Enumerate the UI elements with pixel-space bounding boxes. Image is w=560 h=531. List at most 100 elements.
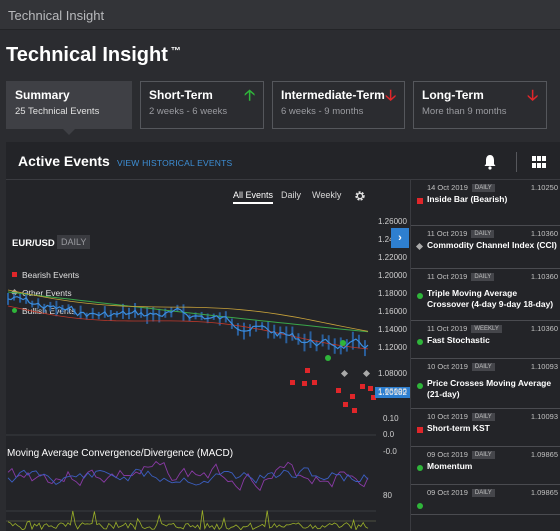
- event-badge: DAILY: [471, 230, 495, 238]
- tab-subtitle: 25 Technical Events: [15, 106, 100, 117]
- event-price: 1.10093: [530, 362, 558, 371]
- other-event-marker: [362, 369, 371, 378]
- bullish-event-icon: [417, 293, 423, 299]
- tab-summary[interactable]: Summary 25 Technical Events: [6, 81, 132, 135]
- tab-title: Short-Term: [149, 88, 213, 102]
- y-tick: 1.20000: [378, 271, 407, 280]
- y-tick: 1.16000: [378, 307, 407, 316]
- event-markers: [290, 340, 376, 413]
- oscillator-tick: 80: [383, 491, 392, 500]
- oscillator-line: [7, 510, 369, 530]
- event-badge: DAILY: [471, 451, 495, 459]
- y-tick: 1.26000: [378, 217, 407, 226]
- event-badge: DAILY: [471, 413, 495, 421]
- event-date: 09 Oct 2019 DAILY: [427, 488, 495, 497]
- bullish-event-icon: [417, 383, 423, 389]
- y-tick: 1.14000: [378, 325, 407, 334]
- event-date: 11 Oct 2019 DAILY: [427, 229, 495, 238]
- event-price: 1.09865: [530, 450, 558, 459]
- tab-title: Long-Term: [422, 88, 484, 102]
- candles: [7, 291, 366, 357]
- other-event-marker: [340, 369, 349, 378]
- tab-long-term[interactable]: Long-Term More than 9 months 🡣: [413, 81, 547, 129]
- event-row[interactable]: 09 Oct 2019 DAILY 1.09865: [411, 485, 560, 515]
- event-date: 14 Oct 2019 DAILY: [427, 183, 495, 192]
- active-events-panel: Active Events VIEW HISTORICAL EVENTS All…: [6, 142, 560, 531]
- event-title: Commodity Channel Index (CCI): [427, 240, 557, 250]
- macd-tick: 0.10: [383, 414, 399, 423]
- next-arrow-button[interactable]: ›: [391, 228, 409, 248]
- tab-subtitle: More than 9 months: [422, 106, 507, 117]
- bearish-event-marker: [305, 368, 310, 373]
- event-price: 1.09865: [530, 488, 558, 497]
- tab-intermediate-term[interactable]: Intermediate-Term 6 weeks - 9 months 🡣: [272, 81, 405, 129]
- event-row[interactable]: 11 Oct 2019 DAILY 1.10360 Triple Moving Ave…: [411, 269, 560, 321]
- event-date: 11 Oct 2019 DAILY: [427, 272, 495, 281]
- page-title: Technical Insight ™: [6, 44, 181, 67]
- bearish-event-icon: [417, 427, 423, 433]
- bullish-event-marker: [340, 340, 346, 346]
- tab-subtitle: 6 weeks - 9 months: [281, 106, 364, 117]
- event-price: 1.10360: [530, 324, 558, 333]
- other-event-icon: [415, 242, 424, 251]
- event-date: 11 Oct 2019 WEEKLY: [427, 324, 502, 333]
- event-row[interactable]: 09 Oct 2019 DAILY 1.09865 Momentum: [411, 447, 560, 485]
- macd-label: Moving Average Convergence/Divergence (M…: [7, 448, 234, 459]
- event-title: Momentum: [427, 461, 473, 471]
- window-titlebar: Technical Insight: [0, 0, 560, 30]
- event-price: 1.10093: [530, 412, 558, 421]
- tab-short-term[interactable]: Short-Term 2 weeks - 6 weeks 🡡: [140, 81, 264, 129]
- arrow-down-icon: 🡣: [527, 87, 538, 104]
- event-date: 10 Oct 2019 DAILY: [427, 362, 495, 371]
- event-date: 09 Oct 2019 DAILY: [427, 450, 495, 459]
- event-badge: DAILY: [471, 273, 495, 281]
- arrow-up-icon: 🡡: [244, 87, 255, 104]
- arrow-down-icon: 🡣: [385, 87, 396, 104]
- event-price: 1.10360: [530, 229, 558, 238]
- event-title: Short-term KST: [427, 423, 490, 433]
- event-row[interactable]: 11 Oct 2019 WEEKLY 1.10360 Fast Stochastic: [411, 321, 560, 359]
- window-title: Technical Insight: [8, 8, 105, 23]
- event-row[interactable]: 10 Oct 2019 DAILY 1.10093 Short-term KST: [411, 409, 560, 447]
- macd-tick: 0.0: [383, 430, 395, 439]
- y-tick: 1.18000: [378, 289, 407, 298]
- y-tick: 1.22000: [378, 253, 407, 262]
- bearish-event-marker: [368, 386, 373, 391]
- event-badge: DAILY: [471, 363, 495, 371]
- event-row[interactable]: 11 Oct 2019 DAILY 1.10360 Commodity Channel…: [411, 226, 560, 269]
- active-events-title: Active Events: [18, 153, 110, 169]
- bearish-event-marker: [290, 380, 295, 385]
- y-tick: 1.06000: [378, 387, 407, 396]
- event-badge: DAILY: [471, 184, 495, 192]
- bearish-event-marker: [336, 388, 341, 393]
- bullish-event-icon: [417, 339, 423, 345]
- header-divider: [516, 152, 517, 172]
- tab-title: Summary: [15, 88, 70, 102]
- event-row[interactable]: 14 Oct 2019 DAILY 1.10250 Inside Bar (Beari…: [411, 180, 560, 226]
- tab-title: Intermediate-Term: [281, 88, 385, 102]
- event-badge: WEEKLY: [471, 325, 502, 333]
- bell-icon[interactable]: [483, 154, 497, 170]
- bearish-event-marker: [343, 402, 348, 407]
- trademark: ™: [170, 46, 181, 57]
- bullish-event-icon: [417, 465, 423, 471]
- bearish-event-marker: [352, 408, 357, 413]
- bullish-event-marker: [325, 355, 331, 361]
- panel-header: Active Events VIEW HISTORICAL EVENTS: [6, 142, 560, 180]
- events-list: 14 Oct 2019 DAILY 1.10250 Inside Bar (Beari…: [410, 180, 560, 531]
- bearish-event-marker: [350, 394, 355, 399]
- page-title-text: Technical Insight: [6, 44, 168, 66]
- grid-icon[interactable]: [532, 156, 546, 168]
- bearish-event-marker: [312, 380, 317, 385]
- bullish-event-icon: [417, 503, 423, 509]
- event-badge: DAILY: [471, 489, 495, 497]
- event-price: 1.10360: [530, 272, 558, 281]
- event-title: Triple Moving Average Crossover (4-day 9…: [427, 288, 554, 309]
- price-chart-area: All Events Daily Weekly EUR/USD DAILY Be…: [6, 180, 410, 531]
- event-title: Inside Bar (Bearish): [427, 194, 508, 204]
- view-historical-events-link[interactable]: VIEW HISTORICAL EVENTS: [117, 158, 232, 168]
- chart-canvas: [6, 289, 376, 530]
- event-row[interactable]: 10 Oct 2019 DAILY 1.10093 Price Crosses Mov…: [411, 359, 560, 409]
- tab-subtitle: 2 weeks - 6 weeks: [149, 106, 228, 117]
- y-tick: 1.12000: [378, 343, 407, 352]
